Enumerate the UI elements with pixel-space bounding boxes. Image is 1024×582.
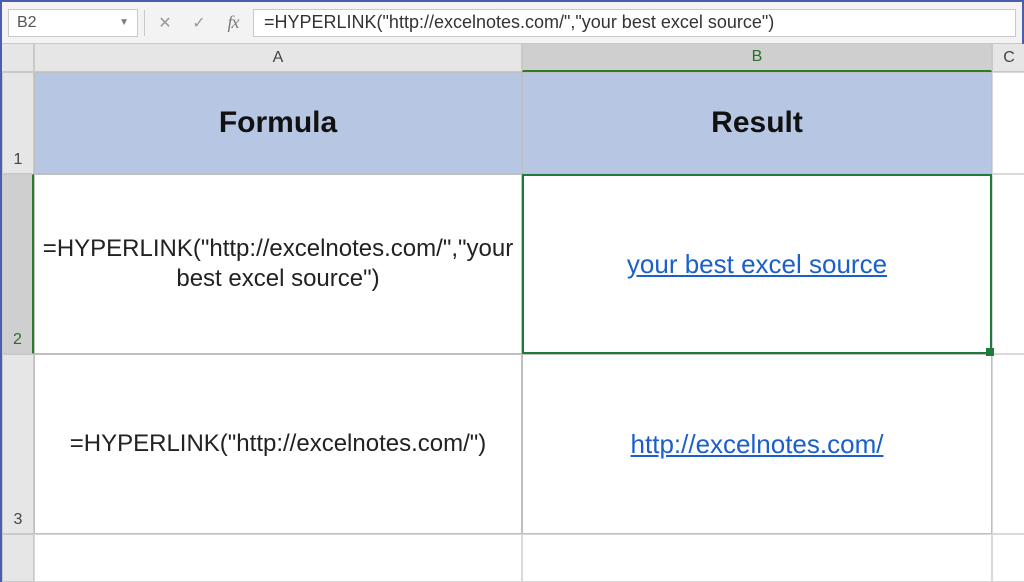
- enter-icon[interactable]: ✓: [185, 9, 213, 37]
- col-header-B[interactable]: B: [522, 44, 992, 72]
- formula-input[interactable]: =HYPERLINK("http://excelnotes.com/","you…: [253, 9, 1016, 37]
- row-header-3[interactable]: 3: [2, 354, 34, 534]
- cell-A2-text: =HYPERLINK("http://excelnotes.com/","you…: [43, 234, 513, 294]
- cell-C2[interactable]: [992, 174, 1024, 354]
- cell-A2[interactable]: =HYPERLINK("http://excelnotes.com/","you…: [34, 174, 522, 354]
- cell-C1[interactable]: [992, 72, 1024, 174]
- name-box-value: B2: [17, 14, 37, 32]
- cell-A1[interactable]: Formula: [34, 72, 522, 174]
- chevron-down-icon[interactable]: ▼: [119, 17, 129, 28]
- hyperlink-B3[interactable]: http://excelnotes.com/: [631, 429, 884, 460]
- cell-A3[interactable]: =HYPERLINK("http://excelnotes.com/"): [34, 354, 522, 534]
- col-header-A[interactable]: A: [34, 44, 522, 72]
- cell-B1[interactable]: Result: [522, 72, 992, 174]
- row-header-1[interactable]: 1: [2, 72, 34, 174]
- select-all-corner[interactable]: [2, 44, 34, 72]
- cell-B3[interactable]: http://excelnotes.com/: [522, 354, 992, 534]
- formula-bar: B2 ▼ ✕ ✓ fx =HYPERLINK("http://excelnote…: [2, 2, 1022, 44]
- formula-input-text: =HYPERLINK("http://excelnotes.com/","you…: [264, 12, 774, 33]
- cancel-icon[interactable]: ✕: [151, 9, 179, 37]
- cell-A3-text: =HYPERLINK("http://excelnotes.com/"): [70, 429, 487, 459]
- row-header-2[interactable]: 2: [2, 174, 34, 354]
- cell-A4[interactable]: [34, 534, 522, 582]
- cell-C3[interactable]: [992, 354, 1024, 534]
- hyperlink-B2[interactable]: your best excel source: [627, 249, 887, 280]
- row-header-4[interactable]: [2, 534, 34, 582]
- fx-icon[interactable]: fx: [219, 9, 247, 37]
- cell-C4[interactable]: [992, 534, 1024, 582]
- cell-B4[interactable]: [522, 534, 992, 582]
- col-header-C[interactable]: C: [992, 44, 1024, 72]
- worksheet: A B C 1 Formula Result 2 =HYPERLINK("htt…: [2, 44, 1022, 582]
- name-box[interactable]: B2 ▼: [8, 9, 138, 37]
- separator: [144, 10, 145, 36]
- cell-B2[interactable]: your best excel source: [522, 174, 992, 354]
